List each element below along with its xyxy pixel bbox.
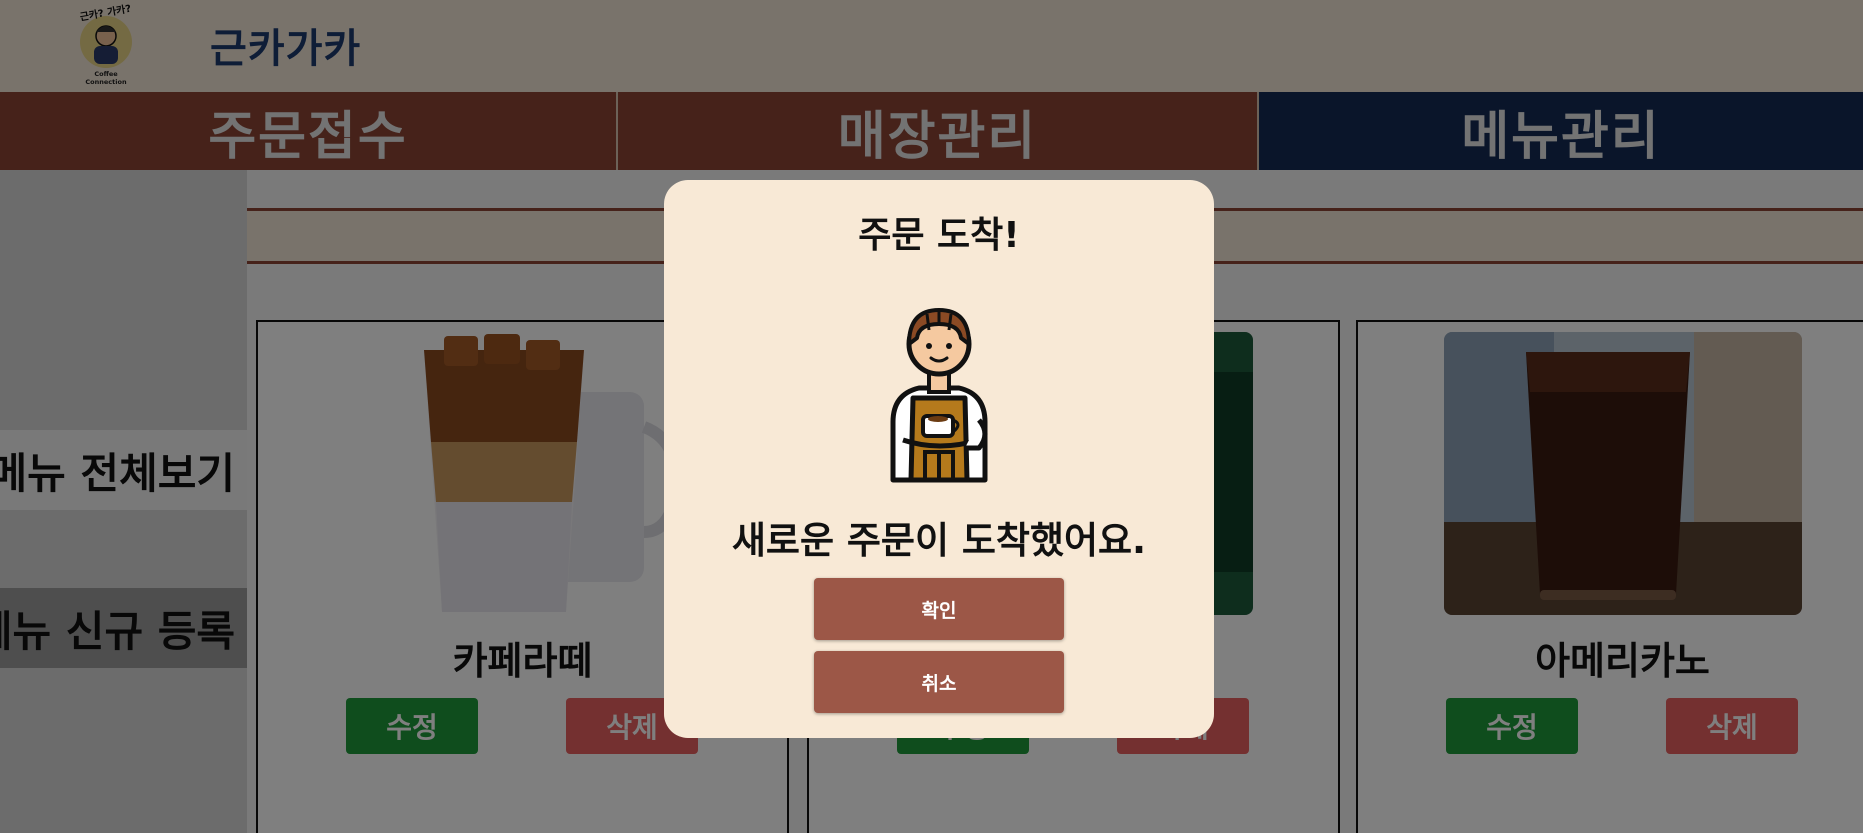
modal-title: 주문 도착! (858, 215, 1020, 256)
barista-icon (879, 302, 999, 488)
order-arrival-modal: 주문 도착! 새로운 주문이 도착했어요. 확인 취소 (664, 180, 1214, 738)
modal-message: 새로운 주문이 도착했어요. (731, 519, 1147, 562)
cancel-button[interactable]: 취소 (814, 651, 1064, 713)
confirm-button[interactable]: 확인 (814, 578, 1064, 640)
